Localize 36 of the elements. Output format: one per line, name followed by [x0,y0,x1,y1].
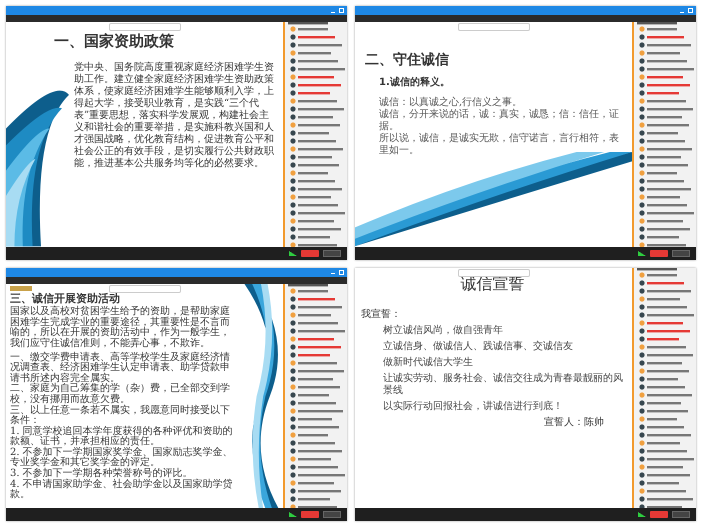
pledge-item: 二、家庭为自己筹集的学（杂）费，已全部交到学校，没有挪用而故意欠费。 [10,384,231,405]
pledge-item: 3. 不参加下一学期各种荣誉称号的评比。 [10,469,193,480]
slide-title: 诚信宣誓 [460,274,526,293]
signal-icon [638,512,646,517]
slide-title: 三、诚信开展资助活动 [10,292,121,304]
slide-paragraph: 党中央、国务院高度重视家庭经济困难学生资助工作。建立健全家庭经济困难学生资助政策体系，使家庭经济困难学生能够顺利入学，上得起大学，接受职业教育，是实践“三个代表”重要思想，落实科学发展观，构建社会主义和谐社会的重要举措，是实施科教兴国和人才强国战略，优化教育结构，促进教育公平和社会公正的有效手段，是切实履行公共财政职能，推进基本公共服务均等化的必然要求。 [74,62,275,170]
restore-icon[interactable] [339,8,344,13]
oath-intro: 我宣誓： [361,308,402,321]
oath-line: 做新时代诚信大学生 [383,356,474,369]
pledge-item: 4. 不申请国家助学金、社会助学金以及国家助学贷款。 [10,480,234,501]
slide-title: 一、国家资助政策 [54,32,175,50]
restore-icon[interactable] [688,8,693,13]
definition-line: 诚信，分开来说的话，诚：真实，诚恳；信：信任，证据。 [379,108,620,132]
label-ribbon [10,286,32,290]
oath-line: 树立诚信风尚，做自强青年 [383,324,504,337]
end-button[interactable] [301,250,319,256]
oath-line: 让诚实劳动、服务社会、诚信交往成为青春最靓丽的风景线 [383,372,624,397]
slide-title: 二、守住诚信 [365,52,450,69]
slide-subtitle: 1.诚信的释义。 [379,76,451,89]
oath-line: 以实际行动回报社会，讲诚信进行到底！ [383,400,564,413]
signal-icon [289,250,297,256]
oath-signer: 宣誓人：陈帅 [543,416,605,429]
leave-button[interactable] [323,250,341,256]
definition-line: 诚信：以真诚之心,行信义之事。 [379,96,524,108]
end-button[interactable] [650,250,668,256]
leave-button[interactable] [672,250,690,256]
oath-line: 立诚信身、做诚信人、践诚信事、交诚信友 [383,340,574,353]
pledge-item: 一、缴交学费申请表、高等学校学生及家庭经济情况调查表、经济困难学生认定申请表、助学贷款申请书所述内容完全属实。 [10,352,231,384]
slide-paragraph: 国家以及高校对贫困学生给予的资助，是帮助家庭困难学生完成学业的重要途径，其重要性是不言而喻的，所以在开展的资助活动中，作为一般学生，我们应守住诚信准则，不能弄心事，不欺诈。 [10,307,231,350]
signal-icon [289,512,297,517]
pledge-item: 2. 不参加下一学期国家奖学金、国家励志奖学金、专业奖学金和其它奖学金的评定。 [10,448,234,468]
definition-line: 所以说，诚信，是诚实无欺，信守诺言，言行相符，表里如一。 [379,132,620,157]
pledge-item: 1. 同意学校追回本学年度获得的各种评优和资助的款额、证书，并承担相应的责任。 [10,426,234,448]
signal-icon [638,250,646,256]
restore-icon[interactable] [339,270,344,274]
pledge-item: 三、以上任意一条若不属实，我愿意同时接受以下条件： [10,406,230,426]
